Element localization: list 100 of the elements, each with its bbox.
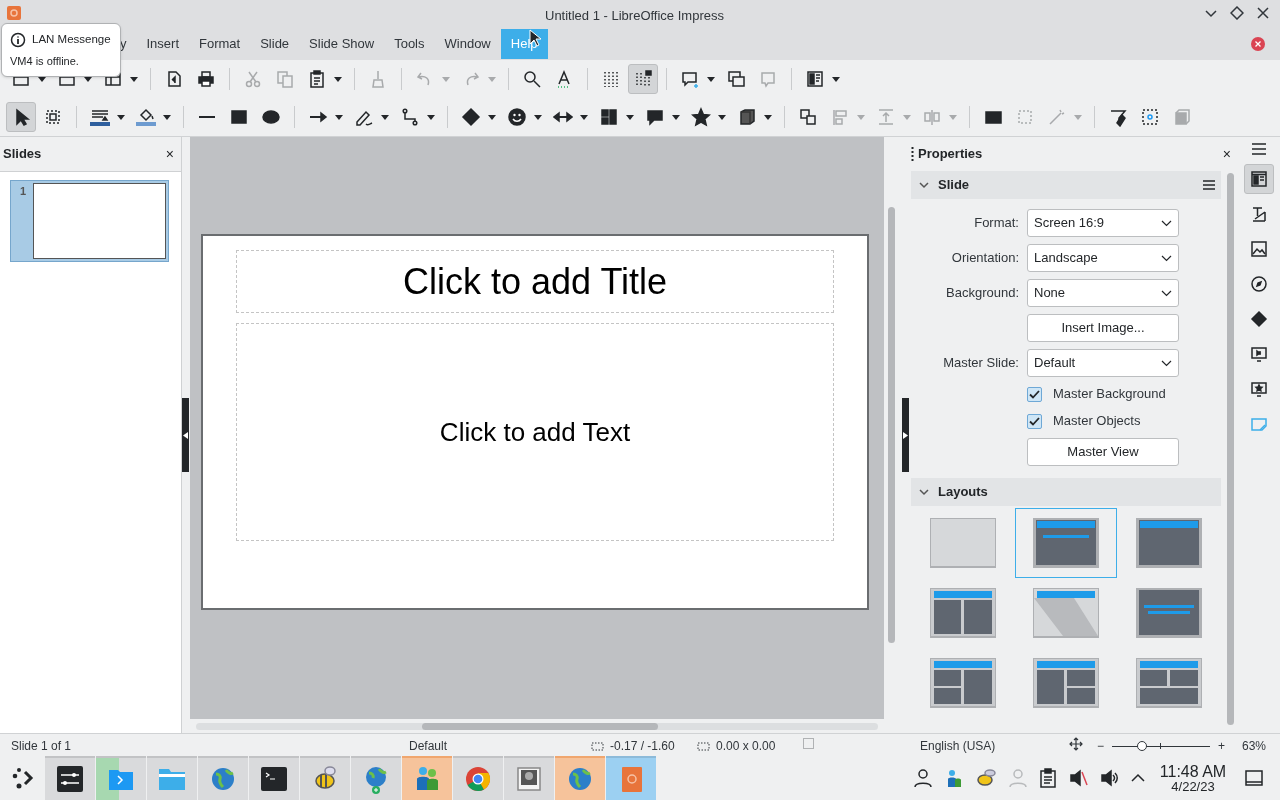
grid-icon[interactable]: [601, 69, 621, 89]
zoom-out-button[interactable]: −: [1095, 737, 1106, 755]
chevron-icon: [1161, 289, 1172, 297]
zoom-in-button[interactable]: +: [1216, 737, 1228, 755]
dropdown[interactable]: Default: [1027, 349, 1179, 377]
layout-icon: [930, 658, 996, 708]
splitter-handle[interactable]: [182, 398, 189, 472]
panel-icon[interactable]: [805, 69, 825, 89]
caret-icon[interactable]: [534, 114, 542, 120]
mute-icon[interactable]: [1068, 768, 1088, 788]
caret-icon[interactable]: [488, 114, 496, 120]
caret-icon[interactable]: [580, 114, 588, 120]
chevron-icon: [919, 487, 929, 497]
toggle-button[interactable]: [6, 102, 36, 132]
caret-icon[interactable]: [427, 114, 435, 120]
sidebar-tab[interactable]: [1244, 164, 1274, 194]
launcher-icon[interactable]: [10, 766, 35, 790]
caret-icon[interactable]: [707, 76, 715, 82]
grid-lock-icon: [633, 69, 653, 89]
search-icon[interactable]: [522, 69, 542, 89]
line-color-icon[interactable]: [90, 107, 110, 127]
caret-icon[interactable]: [672, 114, 680, 120]
zoom-percentage[interactable]: 63%: [1242, 737, 1267, 755]
paste-icon[interactable]: [307, 69, 327, 89]
frame-icon[interactable]: [43, 107, 63, 127]
layout-option[interactable]: [1015, 508, 1117, 578]
menu-item[interactable]: Slide Show: [299, 29, 385, 59]
paint-bucket-icon[interactable]: [136, 107, 156, 127]
scrollbar-track[interactable]: [196, 722, 878, 730]
caret-icon[interactable]: [130, 76, 138, 82]
bee-icon[interactable]: [975, 768, 997, 788]
comment-icon[interactable]: [680, 69, 700, 89]
language-label[interactable]: English (USA): [920, 737, 996, 755]
connector-icon[interactable]: [400, 107, 420, 127]
menu-icon[interactable]: [1252, 143, 1266, 155]
arrange-icon[interactable]: [798, 107, 818, 127]
checkbox[interactable]: [1027, 386, 1042, 402]
close-button[interactable]: ×: [161, 143, 178, 165]
section-header[interactable]: Layouts: [911, 478, 1221, 506]
diamond-icon: [1250, 310, 1268, 328]
title-placeholder[interactable]: Click to add Title: [236, 250, 834, 313]
photo-icon: [514, 764, 544, 794]
field-label: Orientation:: [951, 249, 1019, 268]
caret-icon[interactable]: [718, 114, 726, 120]
section-header[interactable]: Slide: [911, 171, 1221, 199]
clock[interactable]: 11:48 AM 4/22/23: [1157, 763, 1229, 793]
menu-item[interactable]: Insert: [136, 29, 189, 59]
toggle-button[interactable]: [628, 64, 658, 94]
slide-thumbnail[interactable]: 1: [10, 180, 169, 262]
menu-item[interactable]: Slide: [250, 29, 300, 59]
glue-point-icon[interactable]: [1140, 107, 1160, 127]
cube-icon[interactable]: [737, 107, 757, 127]
caret-icon[interactable]: [117, 114, 125, 120]
points-icon[interactable]: [1108, 107, 1128, 127]
caret-icon[interactable]: [381, 114, 389, 120]
rectangle-icon[interactable]: [229, 107, 249, 127]
close-button[interactable]: ×: [1222, 143, 1231, 165]
caret-icon[interactable]: [334, 76, 342, 82]
splitter-handle[interactable]: [902, 398, 909, 472]
scrollbar-thumb[interactable]: [422, 722, 658, 730]
action-button[interactable]: Insert Image...: [1027, 314, 1179, 342]
menu-item[interactable]: Tools: [384, 29, 435, 59]
text-placeholder[interactable]: Click to add Text: [236, 323, 834, 541]
fit-page-icon[interactable]: [1069, 737, 1083, 751]
dropdown[interactable]: None: [1027, 279, 1179, 307]
caret-icon[interactable]: [626, 114, 634, 120]
user-icon[interactable]: [913, 768, 933, 788]
close-document-icon[interactable]: [1250, 36, 1266, 52]
zoom-slider[interactable]: [1112, 740, 1210, 752]
layout-icon: [1136, 658, 1202, 708]
menu-item[interactable]: Format: [189, 29, 251, 59]
action-button[interactable]: Master View: [1027, 438, 1179, 466]
caret-icon[interactable]: [832, 76, 840, 82]
scrollbar-track[interactable]: [887, 207, 895, 643]
scrollbar-track[interactable]: [1226, 173, 1234, 725]
star-icon[interactable]: [691, 107, 711, 127]
menu-icon[interactable]: [1203, 180, 1215, 190]
dropdown[interactable]: Landscape: [1027, 244, 1179, 272]
checkbox[interactable]: [1027, 413, 1042, 429]
ellipse-icon[interactable]: [261, 107, 281, 127]
slider-thumb[interactable]: [1137, 741, 1148, 751]
caret-icon[interactable]: [163, 114, 171, 120]
show-desktop-icon[interactable]: [1244, 768, 1264, 788]
close-icon[interactable]: [1256, 6, 1270, 20]
speaker-icon[interactable]: [1099, 768, 1119, 788]
caret-icon[interactable]: [335, 114, 343, 120]
maximize-icon[interactable]: [1230, 6, 1244, 20]
chevron-icon: [1161, 254, 1172, 262]
print-icon[interactable]: [196, 69, 216, 89]
blocks-icon[interactable]: [599, 107, 619, 127]
position-readout: -0.17 / -1.60: [610, 738, 675, 755]
clipboard-icon[interactable]: [1039, 768, 1057, 788]
duplicate-icon[interactable]: [726, 69, 746, 89]
menu-item[interactable]: Window: [434, 29, 501, 59]
diamond-icon[interactable]: [461, 107, 481, 127]
dropdown[interactable]: Screen 16:9: [1027, 209, 1179, 237]
caret-icon[interactable]: [764, 114, 772, 120]
smiley-icon[interactable]: [507, 107, 527, 127]
speech-bubble-icon[interactable]: [645, 107, 665, 127]
chevron-icon: [919, 180, 929, 190]
